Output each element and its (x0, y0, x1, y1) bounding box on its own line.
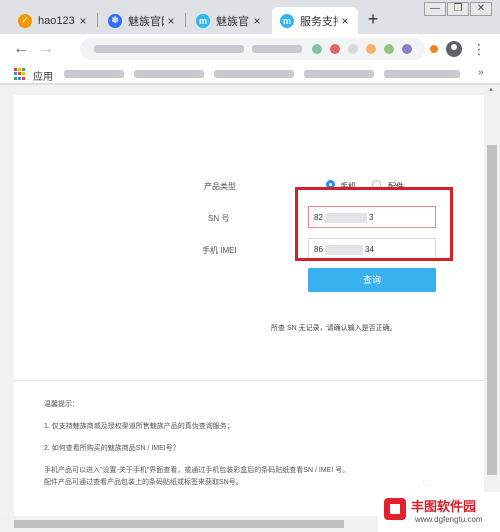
blurred-url (252, 45, 302, 53)
vertical-scrollbar[interactable]: ▲ (484, 85, 500, 532)
watermark-title: 丰图软件园 (411, 499, 477, 514)
watermark: 丰图软件园 www.dgfengtu.com (378, 492, 500, 532)
hao123-icon: ✓ (18, 13, 32, 28)
tips-item: 1. 仅支持魅族商城及授权渠道所售魅族产品的真伪查询服务； (44, 423, 234, 430)
browser-toolbar: ← → ⋮ (0, 34, 500, 64)
blurred-url (94, 45, 244, 53)
extension-icon[interactable] (402, 44, 412, 54)
minimize-button[interactable]: — (424, 2, 446, 16)
watermark-url: www.dgfengtu.com (415, 515, 483, 524)
bookmarks-overflow-icon[interactable]: » (478, 67, 484, 78)
extension-icon[interactable] (312, 44, 322, 54)
apps-grid-icon[interactable] (14, 68, 26, 80)
bookmarks-bar: 应用 » (0, 64, 500, 84)
blurred-bookmark[interactable] (304, 70, 374, 78)
sn-label: SN 号 (208, 214, 230, 223)
apps-bookmark[interactable]: 应用 (33, 68, 53, 83)
address-bar[interactable] (80, 38, 425, 60)
baidu-paw-icon: ✽ (108, 13, 122, 28)
meizu-m-icon: m (280, 13, 294, 28)
tab-separator (185, 13, 186, 27)
blurred-bookmark[interactable] (214, 70, 294, 78)
back-arrow-icon[interactable]: ← (12, 40, 30, 58)
extension-icon[interactable] (430, 45, 438, 53)
tab-strip: ✓ hao123 × ✽ 魅族官网 × m 魅族官网 × m 服务支持 × + … (0, 0, 500, 34)
tab-label: 服务支持 (300, 15, 338, 28)
tab-label: hao123 (38, 14, 75, 27)
maximize-button[interactable]: ❐ (447, 2, 469, 16)
close-icon[interactable]: × (338, 14, 352, 28)
close-icon[interactable]: × (250, 14, 264, 28)
extension-icon[interactable] (366, 44, 376, 54)
watermark-logo-icon (384, 498, 406, 520)
tab-label: 魅族官网 (216, 15, 250, 28)
blurred-bookmark[interactable] (64, 70, 124, 78)
tab-hao123[interactable]: ✓ hao123 × (10, 7, 96, 34)
horizontal-scroll-thumb[interactable] (14, 520, 344, 528)
tips-item: 2. 如何查看所购买的魅族商品SN / IMEI号？ (44, 445, 180, 452)
tab-meizu-baidu[interactable]: ✽ 魅族官网 × (100, 7, 184, 34)
tab-separator (97, 13, 98, 27)
extension-icon[interactable] (330, 44, 340, 54)
chat-bubble-icon[interactable]: ♡ (422, 478, 433, 492)
tips-item: 配件产品可通过查看产品包装上的条码贴纸或标签来获取SN号。 (44, 479, 243, 486)
tips-title: 温馨提示： (44, 401, 79, 408)
query-button[interactable]: 查询 (308, 268, 436, 292)
section-divider (14, 380, 484, 381)
extension-icon[interactable] (384, 44, 394, 54)
blurred-bookmark[interactable] (134, 70, 204, 78)
vertical-scroll-thumb[interactable] (487, 145, 497, 475)
tab-label: 魅族官网 (128, 15, 164, 28)
meizu-m-icon: m (196, 13, 210, 28)
scroll-up-icon[interactable]: ▲ (488, 87, 494, 93)
blurred-bookmark[interactable] (384, 70, 460, 78)
close-icon[interactable]: × (76, 14, 90, 28)
menu-icon[interactable]: ⋮ (472, 40, 486, 58)
close-window-button[interactable]: ✕ (470, 2, 492, 16)
annotation-highlight-box (295, 187, 453, 261)
profile-avatar-icon[interactable] (446, 41, 462, 57)
tab-service-support[interactable]: m 服务支持 × (272, 7, 358, 34)
imei-label: 手机 IMEI (202, 246, 237, 255)
tips-item: 手机产品可以进入"设置-关于手机"界面查看，或通过手机包装彩盒后的条码贴纸查看S… (44, 467, 350, 474)
page-viewport: 产品类型 手机 配件 SN 号 82 3 手机 IMEI 86 34 查询 所查… (0, 85, 500, 532)
product-type-label: 产品类型 (204, 182, 236, 191)
forward-arrow-icon[interactable]: → (37, 40, 55, 58)
new-tab-button[interactable]: + (364, 10, 382, 28)
sn-query-card: 产品类型 手机 配件 SN 号 82 3 手机 IMEI 86 34 查询 所查… (14, 95, 484, 532)
extension-icon[interactable] (348, 44, 358, 54)
close-icon[interactable]: × (164, 14, 178, 28)
tab-meizu-official[interactable]: m 魅族官网 × (188, 7, 270, 34)
result-message: 所查 SN 无记录，请确认输入是否正确。 (271, 325, 397, 332)
